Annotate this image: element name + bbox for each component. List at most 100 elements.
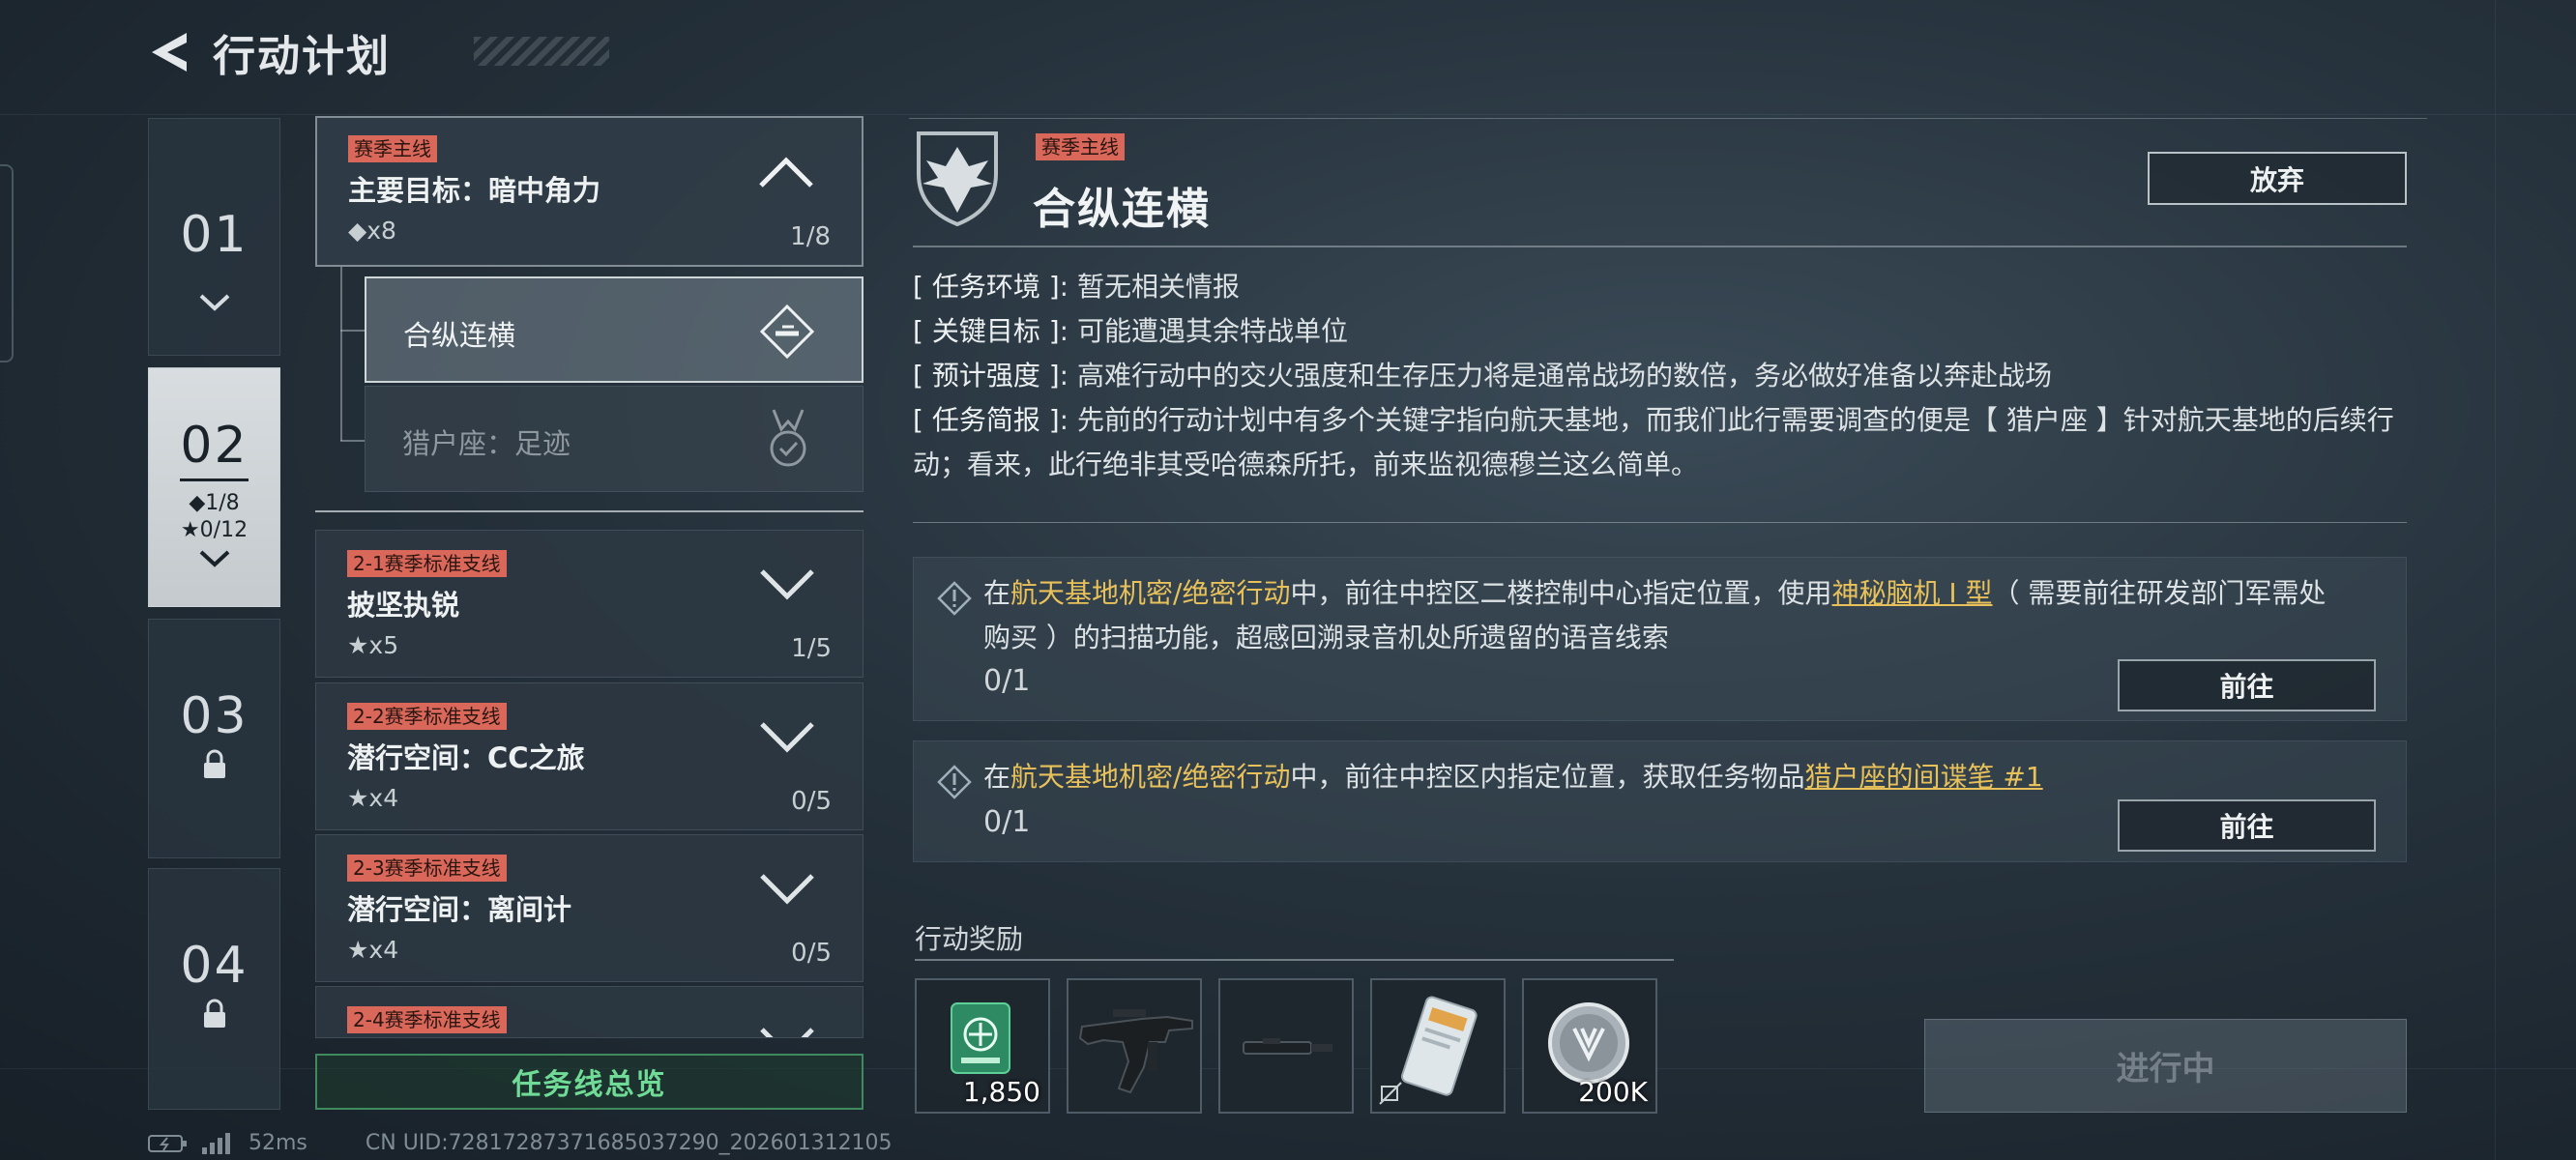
chevron-down-icon: [199, 550, 229, 567]
page-title: 行动计划: [213, 32, 391, 81]
page-header: 行动计划: [145, 21, 391, 83]
chevron-down-icon[interactable]: [758, 720, 816, 755]
sub-mission-name: 合纵连横: [403, 319, 516, 352]
ping-value: 52ms: [249, 1131, 307, 1155]
mission-progress: 1/8: [790, 222, 831, 251]
detail-tag: 赛季主线: [1036, 133, 1125, 160]
info-row: [ 预计强度 ]: 高难行动中的交火强度和生存压力将是通常战场的数倍，务必做好准…: [913, 360, 2053, 392]
chevron-up-icon[interactable]: [757, 155, 815, 189]
sub-mission-active[interactable]: 合纵连横: [365, 276, 864, 383]
star-icon: ★: [180, 518, 200, 542]
info-key: [ 预计强度 ]: [913, 360, 1060, 392]
eagle-emblem-icon: [917, 131, 998, 227]
info-row: [ 任务简报 ]: 先前的行动计划中有多个关键字指向航天基地，而我们此行需要调查…: [913, 404, 2394, 480]
mission-reward-count: ◆x8: [348, 217, 396, 245]
info-value: 高难行动中的交火强度和生存压力将是通常战场的数倍，务必做好准备以奔赴战场: [1077, 360, 2053, 392]
diamond-icon: ◆: [348, 217, 367, 245]
alert-diamond-icon: [937, 765, 972, 799]
chevron-down-icon: [199, 294, 229, 311]
mission-reward-count: ★x4: [347, 936, 399, 964]
uid-text: CN UID:7281728737168503729​0_20260131210…: [365, 1131, 893, 1155]
mission-card-main[interactable]: 赛季主线 主要目标：暗中角力 ◆x8 1/8: [315, 116, 864, 267]
chevron-down-icon[interactable]: [758, 567, 816, 602]
star-icon: ★: [347, 784, 369, 812]
back-arrow-icon: [152, 33, 187, 72]
back-button[interactable]: [145, 25, 193, 79]
battery-icon: [148, 1134, 187, 1152]
reward-item[interactable]: [1218, 978, 1354, 1114]
mission-card-branch[interactable]: 2-3赛季标准支线 潜行空间：离间计 ★x4 0/5: [315, 834, 864, 982]
objective-progress: 0/1: [983, 664, 1031, 698]
alert-diamond-icon: [937, 581, 972, 616]
chevron-down-icon[interactable]: [758, 1026, 816, 1038]
tree-connector: [340, 440, 365, 442]
mission-info: [ 任务环境 ]: 暂无相关情报 [ 关键目标 ]: 可能遭遇其余特战单位 [ …: [913, 265, 2402, 487]
chapter-tab-03[interactable]: 03: [148, 619, 280, 858]
untradeable-icon: [1379, 1082, 1402, 1105]
chapter-star-progress: 0/12: [199, 518, 249, 542]
mission-tag: 2-4赛季标准支线: [347, 1006, 507, 1033]
currency-chip-icon: [951, 1002, 1010, 1074]
divider: [913, 246, 2407, 247]
mission-tag: 2-3赛季标准支线: [347, 855, 507, 882]
target-diamond-icon: [759, 304, 815, 360]
tree-connector: [340, 330, 365, 332]
location-highlight: 航天基地机密/绝密行动: [1010, 577, 1291, 609]
medal-check-icon: [770, 409, 806, 467]
title-decoration: [474, 37, 609, 66]
chevron-down-icon[interactable]: [758, 872, 816, 907]
sub-mission-name: 猎户座：足迹: [402, 427, 571, 460]
chapter-number: 01: [180, 206, 249, 264]
goto-button[interactable]: 前往: [2118, 799, 2376, 852]
reward-quantity: 1,850: [962, 1076, 1040, 1108]
info-value: 可能遭遇其余特战单位: [1077, 315, 1349, 347]
mission-card-branch[interactable]: 2-2赛季标准支线 潜行空间：CC之旅 ★x4 0/5: [315, 682, 864, 830]
sub-mission-locked[interactable]: 猎户座：足迹: [365, 386, 864, 492]
detail-title: 合纵连横: [1033, 185, 1211, 234]
bg-line: [2495, 0, 2496, 1160]
mission-progress: 0/5: [791, 787, 832, 816]
info-value: 先前的行动计划中有多个关键字指向航天基地，而我们此行需要调查的便是【 猎户座 】…: [913, 404, 2394, 480]
info-row: [ 任务环境 ]: 暂无相关情报: [913, 271, 1241, 303]
item-link[interactable]: 神秘脑机 I 型: [1831, 577, 1992, 609]
chapter-tab-02[interactable]: 02 ◆1/8 ★0/12: [148, 367, 280, 607]
mission-tag: 2-1赛季标准支线: [347, 550, 507, 577]
location-highlight: 航天基地机密/绝密行动: [1010, 761, 1291, 793]
divider: [913, 522, 2407, 523]
mission-tag: 2-2赛季标准支线: [347, 703, 507, 730]
objective-text: 在航天基地机密/绝密行动中，前往中控区二楼控制中心指定位置，使用神秘脑机 I 型…: [983, 577, 2327, 653]
side-drawer-tab[interactable]: [0, 164, 14, 362]
chapter-tab-01[interactable]: 01: [148, 118, 280, 356]
rifle-icon: [1078, 1009, 1193, 1094]
star-icon: ★: [347, 631, 369, 659]
reward-item[interactable]: 1,850: [915, 978, 1050, 1114]
reward-item[interactable]: [1370, 978, 1506, 1114]
diamond-icon: ◆: [189, 491, 206, 515]
mission-progress: 0/5: [791, 939, 832, 968]
chapter-number: 03: [180, 687, 249, 745]
mission-card-branch[interactable]: 2-1赛季标准支线 披坚执锐 ★x5 1/5: [315, 530, 864, 678]
mission-card-branch[interactable]: 2-4赛季标准支线: [315, 986, 864, 1038]
goto-button[interactable]: 前往: [2118, 659, 2376, 711]
reward-quantity: 200K: [1578, 1076, 1648, 1108]
objective-text: 在航天基地机密/绝密行动中，前往中控区内指定位置，获取任务物品猎户座的间谍笔 #…: [983, 761, 2043, 793]
mission-reward-count: ★x5: [347, 631, 399, 659]
chapter-diamond-progress: 1/8: [205, 491, 240, 515]
reward-item[interactable]: [1067, 978, 1202, 1114]
mission-tag: 赛季主线: [348, 135, 437, 162]
tree-connector: [340, 267, 342, 441]
objective-card: 在航天基地机密/绝密行动中，前往中控区二楼控制中心指定位置，使用神秘脑机 I 型…: [913, 557, 2407, 721]
in-progress-button: 进行中: [1924, 1019, 2407, 1113]
divider: [315, 510, 864, 512]
silver-coin-icon: [1548, 1002, 1629, 1084]
card-item-icon: [1400, 996, 1478, 1096]
lock-icon: [203, 999, 225, 1028]
reward-item[interactable]: 200K: [1522, 978, 1657, 1114]
divider: [915, 959, 1674, 961]
mission-reward-count: ★x4: [347, 784, 399, 812]
abandon-button[interactable]: 放弃: [2148, 152, 2407, 205]
attachment-icon: [1243, 1038, 1332, 1055]
mission-overview-button[interactable]: 任务线总览: [315, 1054, 864, 1110]
item-link[interactable]: 猎户座的间谍笔 #1: [1804, 761, 2042, 793]
chapter-tab-04[interactable]: 04: [148, 868, 280, 1110]
